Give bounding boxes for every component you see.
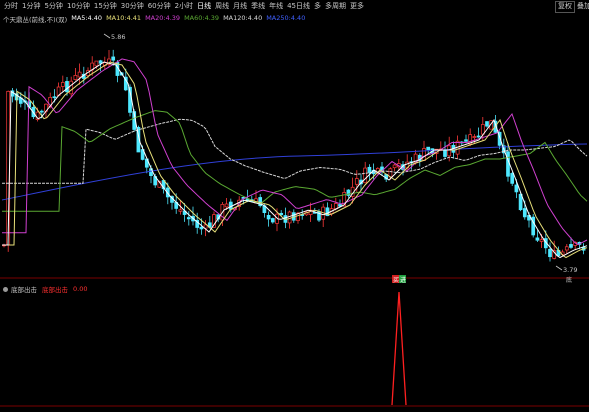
low-marker-line <box>555 265 563 271</box>
ma60-line <box>2 110 588 212</box>
candle-body <box>564 246 569 251</box>
candle-body <box>266 214 271 220</box>
ma10-line <box>2 61 588 259</box>
candle-body <box>39 110 44 113</box>
candle-body <box>270 218 275 223</box>
candle-body <box>539 239 544 242</box>
high-marker-line <box>103 33 111 39</box>
candle-body <box>569 244 573 248</box>
candle-body <box>535 237 540 241</box>
candle-body <box>514 184 519 193</box>
candle-body <box>485 121 489 127</box>
candle-body <box>392 164 397 169</box>
candle-body <box>354 178 359 185</box>
candle-body <box>522 208 527 218</box>
ma120-line <box>2 118 588 184</box>
candle-body <box>422 148 426 161</box>
ma-lines-group <box>1 58 588 259</box>
candle-body <box>94 60 99 67</box>
candle-body <box>77 71 82 78</box>
candle-body <box>333 203 338 210</box>
candle-body <box>111 56 116 61</box>
candle-body <box>426 146 431 151</box>
candle-body <box>52 96 57 99</box>
candle-body <box>69 80 74 95</box>
candle-body <box>548 248 552 258</box>
indicator-label: 底部出击 <box>42 286 68 294</box>
low-price-label: 3.79 <box>563 266 577 274</box>
candle-body <box>472 136 477 138</box>
indicator-name[interactable]: 底部出击 <box>11 284 37 294</box>
candle-body <box>287 211 292 224</box>
indicator-settings-icon[interactable] <box>3 286 8 292</box>
signal-tag-buy-text: 买 <box>393 276 399 284</box>
ma5-line <box>2 61 588 259</box>
candle-body <box>65 81 69 93</box>
candle-body <box>186 217 191 220</box>
low-tag-label: 底 <box>566 276 572 284</box>
candle-body <box>476 135 481 138</box>
candle-body <box>73 75 78 80</box>
candle-body <box>447 145 452 157</box>
candle-body <box>480 124 485 135</box>
candle-body <box>224 203 229 208</box>
candle-body <box>98 60 103 64</box>
candle-body <box>443 150 447 157</box>
stock-chart-window: 分时 1分钟 5分钟 10分钟 15分钟 30分钟 60分钟 2小时 日线 周线… <box>0 0 589 412</box>
candlestick-chart[interactable]: 5.86 3.79 底 买 进 <box>0 0 589 412</box>
candle-body <box>60 82 65 87</box>
candle-body <box>178 209 183 212</box>
candle-body <box>367 166 372 173</box>
candle-body <box>464 139 468 142</box>
high-price-label: 5.86 <box>111 33 125 41</box>
candle-body <box>510 173 515 184</box>
candle-body <box>199 226 204 230</box>
signal-spike <box>391 291 407 406</box>
indicator-value: 0.00 <box>73 285 88 293</box>
signal-tag-enter-text: 进 <box>400 276 406 284</box>
candle-body <box>506 151 510 177</box>
indicator-info-bar: 底部出击 底部出击 0.00 <box>3 284 92 294</box>
